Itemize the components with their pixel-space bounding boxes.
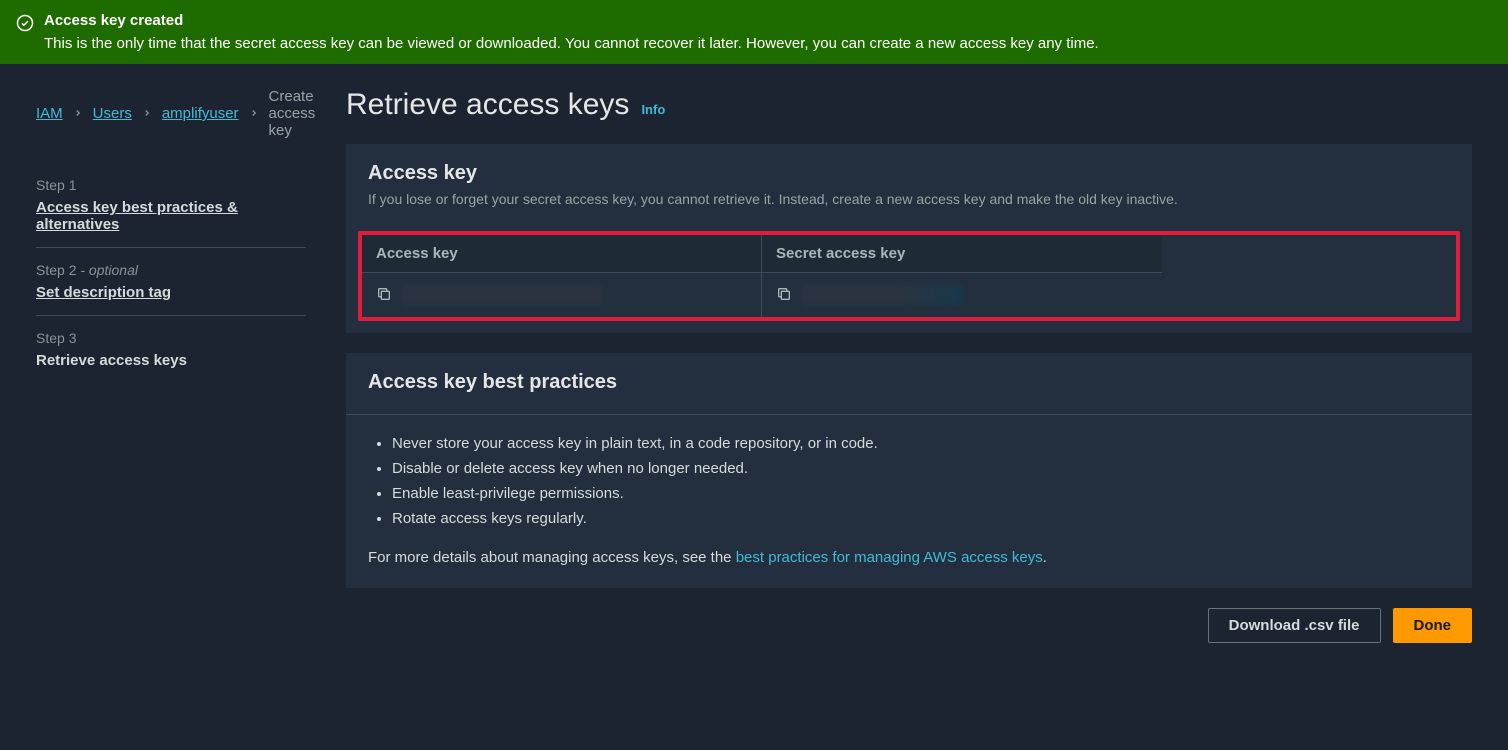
wizard-step-3: Step 3 Retrieve access keys [36, 316, 306, 383]
success-banner: Access key created This is the only time… [0, 0, 1508, 64]
secret-key-cell [762, 273, 1162, 317]
access-key-cell [362, 273, 762, 317]
list-item: Never store your access key in plain tex… [392, 431, 1450, 456]
column-header-access-key: Access key [362, 235, 762, 273]
copy-access-key-button[interactable] [376, 286, 392, 305]
breadcrumb-users[interactable]: Users [93, 105, 132, 122]
best-practices-link[interactable]: best practices for managing AWS access k… [736, 549, 1043, 566]
wizard-step-1[interactable]: Step 1 Access key best practices & alter… [36, 163, 306, 248]
chevron-right-icon [142, 105, 152, 122]
banner-title: Access key created [44, 12, 1099, 29]
step-title[interactable]: Access key best practices & alternatives [36, 199, 306, 233]
best-practices-panel: Access key best practices Never store yo… [346, 353, 1472, 588]
list-item: Enable least-privilege permissions. [392, 481, 1450, 506]
panel-title: Access key best practices [368, 371, 1450, 394]
copy-secret-key-button[interactable] [776, 286, 792, 305]
breadcrumb-amplifyuser[interactable]: amplifyuser [162, 105, 239, 122]
best-practices-list: Never store your access key in plain tex… [368, 431, 1450, 531]
breadcrumb-current: Create access key [269, 88, 316, 139]
done-button[interactable]: Done [1393, 608, 1473, 643]
column-header-secret-key: Secret access key [762, 235, 1162, 273]
wizard-step-2[interactable]: Step 2 - optional Set description tag [36, 248, 306, 316]
panel-subtitle: If you lose or forget your secret access… [368, 191, 1450, 207]
page-title: Retrieve access keys [346, 88, 629, 122]
banner-description: This is the only time that the secret ac… [44, 35, 1099, 52]
step-title[interactable]: Set description tag [36, 284, 306, 301]
access-key-table: Access key Secret access key [358, 231, 1460, 321]
step-title: Retrieve access keys [36, 352, 306, 369]
list-item: Disable or delete access key when no lon… [392, 456, 1450, 481]
step-number: Step 1 [36, 177, 306, 193]
step-number: Step 2 - optional [36, 262, 306, 278]
panel-title: Access key [368, 162, 1450, 185]
step-number: Step 3 [36, 330, 306, 346]
download-csv-button[interactable]: Download .csv file [1208, 608, 1381, 643]
action-bar: Download .csv file Done [346, 608, 1472, 643]
success-icon [16, 14, 34, 37]
secret-key-value-redacted [802, 285, 962, 305]
info-link[interactable]: Info [641, 102, 665, 117]
access-key-panel: Access key If you lose or forget your se… [346, 144, 1472, 333]
breadcrumb: IAM Users amplifyuser Create access key [36, 88, 306, 139]
breadcrumb-iam[interactable]: IAM [36, 105, 63, 122]
access-key-value-redacted [402, 285, 602, 305]
best-practices-more: For more details about managing access k… [368, 549, 1450, 566]
chevron-right-icon [73, 105, 83, 122]
list-item: Rotate access keys regularly. [392, 506, 1450, 531]
chevron-right-icon [249, 105, 259, 122]
